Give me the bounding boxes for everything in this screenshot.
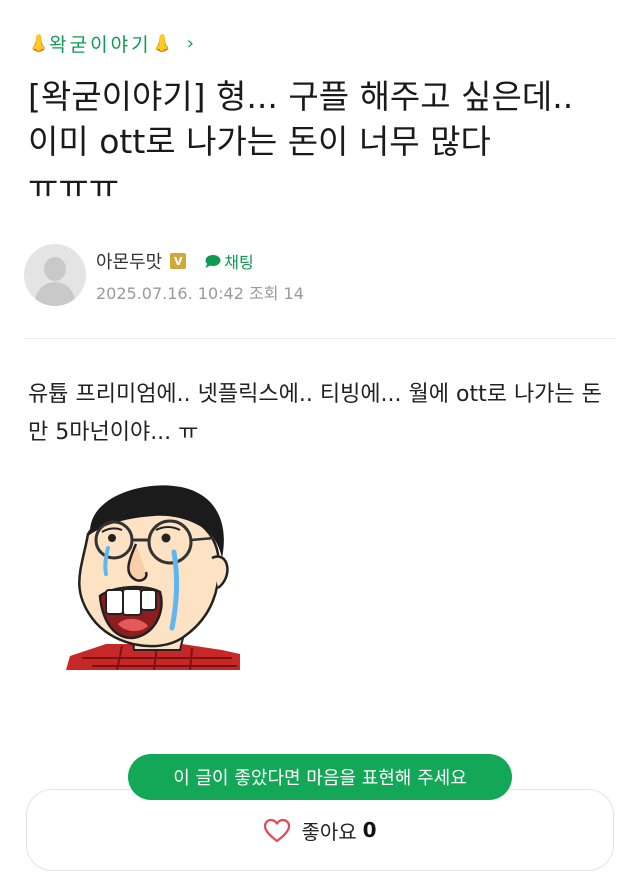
like-prompt-banner: 이 글이 좋았다면 마음을 표현해 주세요	[128, 754, 512, 800]
nose-emoji-icon: 👃	[151, 33, 173, 54]
author-block: 아몬두맛 V 채팅 2025.07.16. 10:42 조회 14	[24, 244, 304, 306]
post-body: 유튭 프리미엄에.. 넷플릭스에.. 티빙에... 월에 ott로 나가는 돈만…	[28, 382, 602, 445]
author-name[interactable]: 아몬두맛	[96, 248, 162, 274]
like-label: 좋아요	[301, 819, 357, 844]
post-title: [왁굳이야기] 형... 구플 해주고 싶은데.. 이미 ott로 나가는 돈이…	[28, 77, 574, 206]
chat-button[interactable]: 채팅	[204, 249, 254, 273]
divider	[24, 338, 616, 339]
like-button[interactable]: 좋아요 0	[26, 789, 614, 871]
like-count: 0	[362, 818, 377, 842]
default-avatar-icon[interactable]	[24, 244, 86, 306]
board-link[interactable]: 👃 왁굳이야기 👃 ›	[28, 30, 194, 57]
heart-icon	[263, 818, 291, 843]
chat-bubble-icon	[205, 254, 221, 268]
nose-emoji-icon: 👃	[28, 33, 50, 54]
verified-badge-icon: V	[170, 253, 187, 269]
chevron-right-icon: ›	[186, 33, 194, 54]
post-meta: 2025.07.16. 10:42 조회 14	[96, 280, 304, 304]
post-date: 2025.07.16. 10:42	[96, 284, 244, 303]
views-label: 조회	[248, 284, 279, 303]
chat-label: 채팅	[224, 253, 254, 272]
views-count: 14	[283, 284, 304, 303]
board-name: 왁굳이야기	[49, 34, 152, 56]
crying-face-sticker	[66, 485, 240, 670]
